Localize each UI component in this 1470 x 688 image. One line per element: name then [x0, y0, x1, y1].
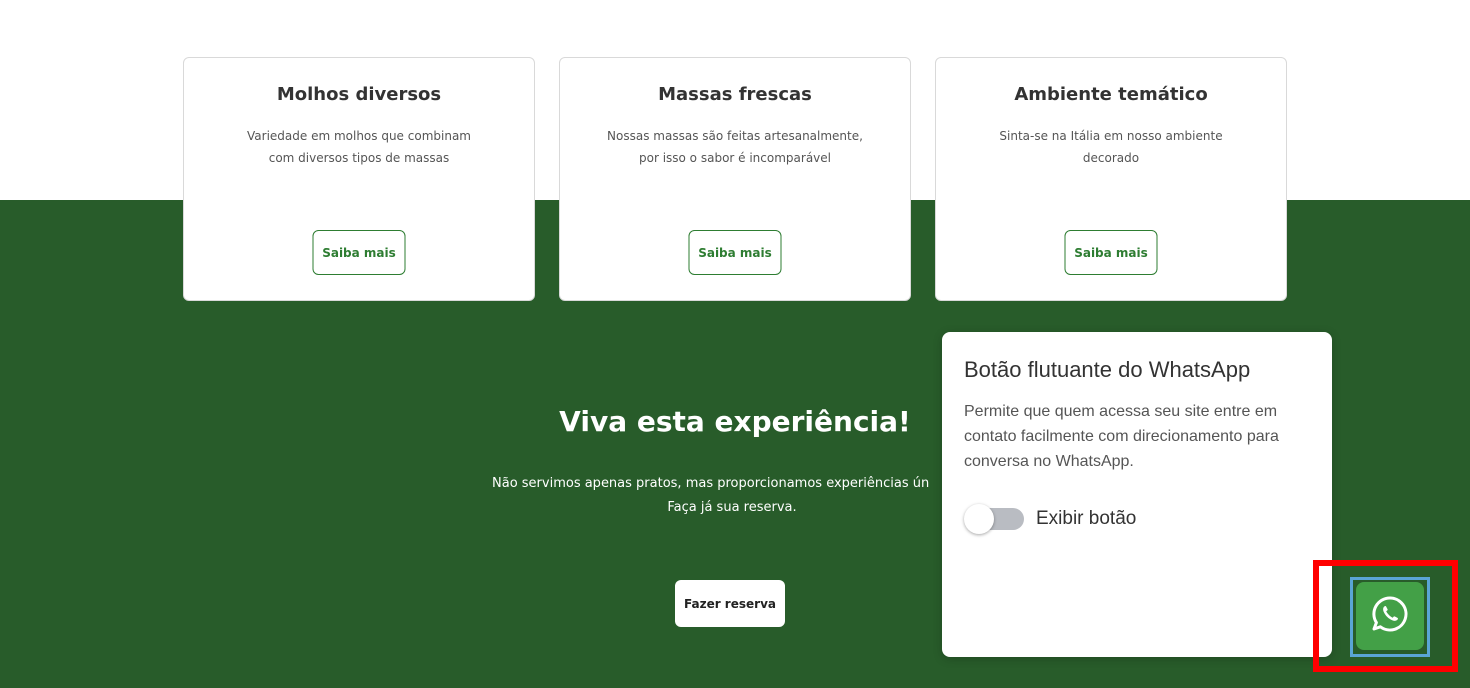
panel-description: Permite que quem acessa seu site entre e…	[964, 403, 1279, 470]
experience-text: Não servimos apenas pratos, mas proporci…	[484, 472, 940, 520]
whatsapp-floating-button[interactable]	[1356, 582, 1424, 650]
card-description-line: com diversos tipos de massas	[268, 151, 450, 165]
saiba-mais-button[interactable]: Saiba mais	[312, 230, 406, 275]
panel-title: Botão flutuante do WhatsApp	[964, 357, 1251, 382]
feature-card-massas: Massas frescas Nossas massas são feitas …	[559, 57, 911, 301]
feature-card-molhos: Molhos diversos Variedade em molhos que …	[183, 57, 535, 301]
card-title: Molhos diversos	[276, 84, 442, 105]
card-title: Ambiente temático	[1014, 84, 1208, 105]
card-description-line: decorado	[1082, 151, 1140, 165]
saiba-mais-button[interactable]: Saiba mais	[688, 230, 782, 275]
feature-card-ambiente: Ambiente temático Sinta-se na Itália em …	[935, 57, 1287, 301]
card-description: Variedade em molhos que combinam com div…	[229, 125, 489, 169]
toggle-label: Exibir botão	[1036, 508, 1137, 529]
fazer-reserva-button[interactable]: Fazer reserva	[675, 580, 785, 627]
card-title: Massas frescas	[658, 84, 812, 105]
toggle-knob	[964, 504, 994, 534]
card-description-line: Sinta-se na Itália em nosso ambiente	[999, 129, 1223, 143]
card-description-line: Variedade em molhos que combinam	[247, 129, 471, 143]
card-description: Nossas massas são feitas artesanalmente,…	[605, 125, 865, 169]
show-button-toggle[interactable]	[964, 504, 1024, 534]
whatsapp-settings-panel: Botão flutuante do WhatsApp Permite que …	[942, 332, 1332, 657]
experience-text-line: Faça já sua reserva.	[667, 500, 797, 515]
card-description: Sinta-se na Itália em nosso ambiente dec…	[981, 125, 1241, 169]
card-description-line: Nossas massas são feitas artesanalmente,	[607, 129, 863, 143]
experience-text-line: Não servimos apenas pratos, mas proporci…	[492, 476, 930, 491]
card-description-line: por isso o sabor é incomparável	[638, 151, 831, 165]
whatsapp-icon	[1370, 594, 1410, 639]
saiba-mais-button[interactable]: Saiba mais	[1064, 230, 1158, 275]
experience-heading: Viva esta experiência!	[559, 405, 911, 438]
show-button-toggle-row: Exibir botão	[964, 504, 1137, 534]
